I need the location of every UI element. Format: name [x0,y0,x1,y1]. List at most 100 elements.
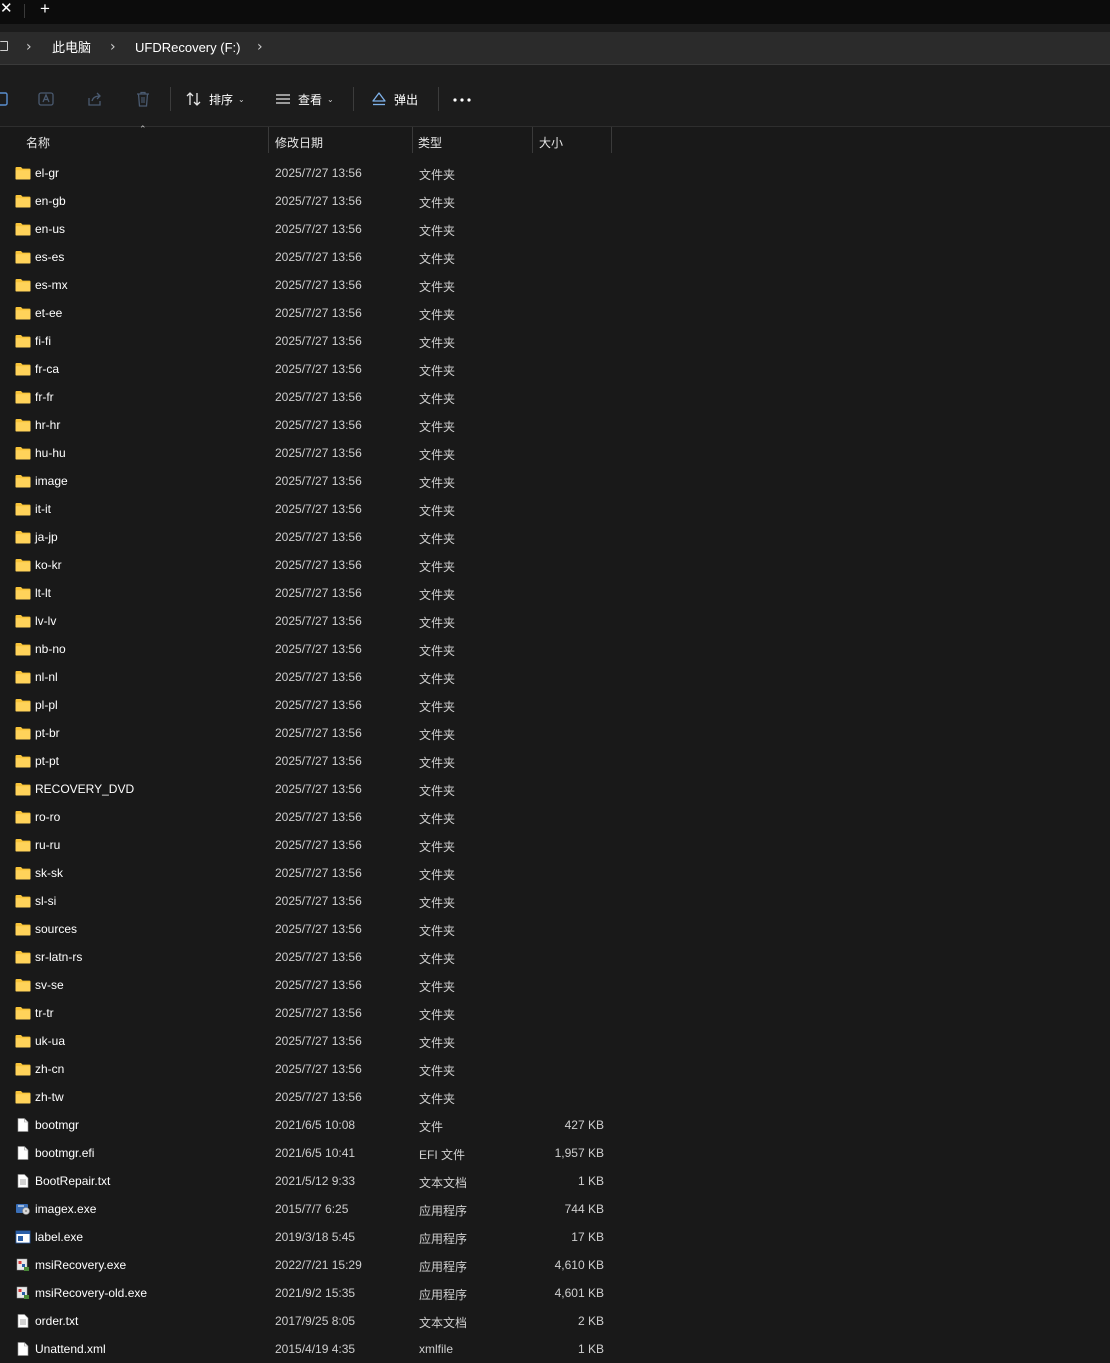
file-modified-date: 2019/3/18 5:45 [275,1230,356,1244]
chevron-right-icon[interactable]: › [110,38,116,56]
file-row[interactable]: sr-latn-rs 2025/7/27 13:56 文件夹 [0,943,1110,971]
file-modified-date: 2025/7/27 13:56 [275,446,362,460]
file-name: lt-lt [35,586,51,600]
file-name: lv-lv [35,614,57,628]
file-row[interactable]: pl-pl 2025/7/27 13:56 文件夹 [0,691,1110,719]
breadcrumb-drive[interactable]: UFDRecovery (F:) [135,39,240,57]
file-type: 文件夹 [419,476,456,490]
file-row[interactable]: sl-si 2025/7/27 13:56 文件夹 [0,887,1110,915]
file-type: 文件夹 [419,924,456,938]
column-header-type[interactable]: 类型 [418,134,442,151]
file-row[interactable]: hr-hr 2025/7/27 13:56 文件夹 [0,411,1110,439]
view-button[interactable]: 查看 ⌄ [274,86,334,112]
file-row[interactable]: en-gb 2025/7/27 13:56 文件夹 [0,187,1110,215]
file-row[interactable]: zh-tw 2025/7/27 13:56 文件夹 [0,1083,1110,1111]
file-row[interactable]: pt-br 2025/7/27 13:56 文件夹 [0,719,1110,747]
folder-icon [15,838,31,852]
file-row[interactable]: fi-fi 2025/7/27 13:56 文件夹 [0,327,1110,355]
sort-icon [186,92,201,106]
file-name: pt-br [35,726,60,740]
file-row[interactable]: sources 2025/7/27 13:56 文件夹 [0,915,1110,943]
file-modified-date: 2025/7/27 13:56 [275,166,362,180]
file-row[interactable]: nb-no 2025/7/27 13:56 文件夹 [0,635,1110,663]
rename-icon[interactable] [37,90,55,108]
new-tab-button[interactable]: + [40,0,60,20]
file-row[interactable]: fr-ca 2025/7/27 13:56 文件夹 [0,355,1110,383]
file-row[interactable]: image 2025/7/27 13:56 文件夹 [0,467,1110,495]
file-name: es-es [35,250,65,264]
column-header-date[interactable]: 修改日期 [275,134,323,151]
file-row[interactable]: ro-ro 2025/7/27 13:56 文件夹 [0,803,1110,831]
file-row[interactable]: msiRecovery.exe 2022/7/21 15:29 应用程序 4,610 … [0,1251,1110,1279]
file-name: sources [35,922,78,936]
file-row[interactable]: zh-cn 2025/7/27 13:56 文件夹 [0,1055,1110,1083]
file-name: ro-ro [35,810,61,824]
file-row[interactable]: lt-lt 2025/7/27 13:56 文件夹 [0,579,1110,607]
file-row[interactable]: sv-se 2025/7/27 13:56 文件夹 [0,971,1110,999]
file-row[interactable]: ko-kr 2025/7/27 13:56 文件夹 [0,551,1110,579]
column-resize-handle[interactable] [611,127,612,153]
file-type: 文件夹 [419,980,456,994]
column-resize-handle[interactable] [268,127,269,153]
file-row[interactable]: imagex.exe 2015/7/7 6:25 应用程序 744 KB [0,1195,1110,1223]
breadcrumb-this-pc[interactable]: 此电脑 [52,39,91,57]
file-row[interactable]: et-ee 2025/7/27 13:56 文件夹 [0,299,1110,327]
file-row[interactable]: ja-jp 2025/7/27 13:56 文件夹 [0,523,1110,551]
view-list-icon [276,94,290,104]
file-type: 文件夹 [419,616,456,630]
delete-icon[interactable] [134,90,152,108]
folder-icon [15,1090,31,1104]
file-name: RECOVERY_DVD [35,782,135,796]
file-row[interactable]: bootmgr 2021/6/5 10:08 文件 427 KB [0,1111,1110,1139]
sort-label: 排序 [209,92,234,107]
more-options-icon[interactable] [452,97,472,103]
file-row[interactable]: fr-fr 2025/7/27 13:56 文件夹 [0,383,1110,411]
file-name: label.exe [35,1230,84,1244]
file-row[interactable]: nl-nl 2025/7/27 13:56 文件夹 [0,663,1110,691]
file-row[interactable]: ru-ru 2025/7/27 13:56 文件夹 [0,831,1110,859]
file-row[interactable]: tr-tr 2025/7/27 13:56 文件夹 [0,999,1110,1027]
file-size: 4,610 KB [554,1258,604,1272]
file-row[interactable]: order.txt 2017/9/25 8:05 文本文档 2 KB [0,1307,1110,1335]
file-name: image [35,474,68,488]
file-row[interactable]: en-us 2025/7/27 13:56 文件夹 [0,215,1110,243]
file-icon [15,1146,31,1160]
chevron-right-icon[interactable]: › [257,38,263,56]
file-row[interactable]: Unattend.xml 2015/4/19 4:35 xmlfile 1 KB [0,1335,1110,1363]
sort-button[interactable]: 排序 ⌄ [185,86,245,112]
share-icon[interactable] [86,90,104,108]
file-row[interactable]: msiRecovery-old.exe 2021/9/2 15:35 应用程序 4,6… [0,1279,1110,1307]
command-bar: 排序 ⌄ 查看 ⌄ 弹出 [0,72,1110,127]
file-row[interactable]: RECOVERY_DVD 2025/7/27 13:56 文件夹 [0,775,1110,803]
column-resize-handle[interactable] [532,127,533,153]
copy-icon[interactable] [0,90,12,108]
file-row[interactable]: BootRepair.txt 2021/5/12 9:33 文本文档 1 KB [0,1167,1110,1195]
file-type: 应用程序 [419,1232,468,1246]
file-row[interactable]: es-es 2025/7/27 13:56 文件夹 [0,243,1110,271]
file-row[interactable]: uk-ua 2025/7/27 13:56 文件夹 [0,1027,1110,1055]
column-header-name[interactable]: 名称 [26,134,50,151]
view-label: 查看 [298,92,323,107]
close-tab-icon[interactable]: ✕ [0,0,13,20]
file-row[interactable]: sk-sk 2025/7/27 13:56 文件夹 [0,859,1110,887]
folder-icon [15,1062,31,1076]
column-resize-handle[interactable] [412,127,413,153]
eject-button[interactable]: 弹出 [370,86,418,112]
column-header-size[interactable]: 大小 [539,134,563,151]
file-row[interactable]: label.exe 2019/3/18 5:45 应用程序 17 KB [0,1223,1110,1251]
file-row[interactable]: el-gr 2025/7/27 13:56 文件夹 [0,159,1110,187]
file-row[interactable]: pt-pt 2025/7/27 13:56 文件夹 [0,747,1110,775]
chevron-right-icon[interactable]: › [26,38,32,56]
file-row[interactable]: lv-lv 2025/7/27 13:56 文件夹 [0,607,1110,635]
file-row[interactable]: it-it 2025/7/27 13:56 文件夹 [0,495,1110,523]
file-modified-date: 2025/7/27 13:56 [275,306,362,320]
file-row[interactable]: bootmgr.efi 2021/6/5 10:41 EFI 文件 1,957 KB [0,1139,1110,1167]
file-row[interactable]: es-mx 2025/7/27 13:56 文件夹 [0,271,1110,299]
file-row[interactable]: hu-hu 2025/7/27 13:56 文件夹 [0,439,1110,467]
file-type: 文件夹 [419,224,456,238]
file-modified-date: 2015/4/19 4:35 [275,1342,356,1356]
breadcrumb[interactable]: › 此电脑 › UFDRecovery (F:) › [0,32,1110,65]
tab-divider [24,4,25,18]
file-type: 应用程序 [419,1288,468,1302]
folder-icon [15,166,31,180]
